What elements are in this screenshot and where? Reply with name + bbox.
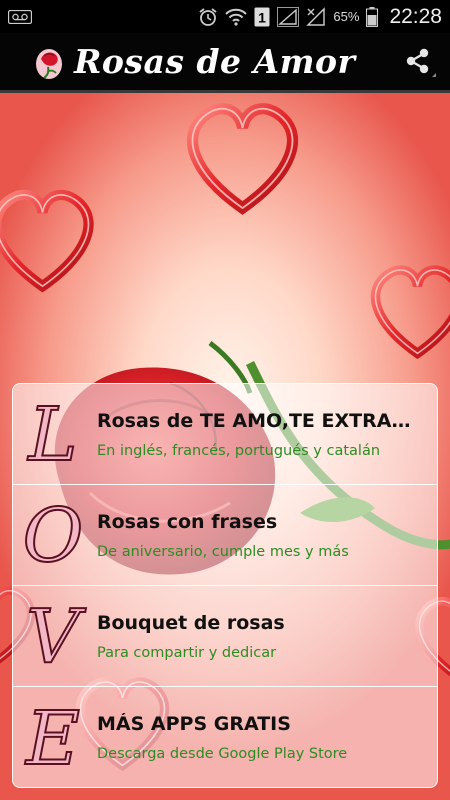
heart-decoration [193,109,293,208]
menu-item-title: Rosas con frases [97,510,278,533]
letter-o-icon: O [13,485,93,585]
signal-icon [277,6,300,27]
svg-text:E: E [24,696,80,782]
status-bar: 1 65% 22:28 [0,0,450,33]
app-bar: Rosas de Amor [0,33,450,90]
battery-percent: 65% [333,9,360,24]
svg-text:V: V [26,594,86,680]
letter-l-icon: L [13,384,93,484]
share-button[interactable] [402,45,436,79]
heart-decoration [0,195,88,286]
rose-logo-icon [30,43,68,81]
svg-text:O: O [23,493,84,579]
clock: 22:28 [389,4,442,28]
menu-item-title: Rosas de TE AMO,TE EXTRAÑO... [97,409,437,432]
menu-item-subtitle: Para compartir y dedicar [97,644,277,661]
heart-decoration [376,270,450,353]
letter-e-icon: E [13,687,93,787]
menu-item-subtitle: En inglés, francés, portugués y catalán [97,442,381,459]
menu-item-subtitle: De aniversario, cumple mes y más [97,543,349,560]
wifi-icon [225,8,248,26]
menu-item-mas-apps-gratis[interactable]: E MÁS APPS GRATIS Descarga desde Google … [13,687,437,787]
menu-item-title: MÁS APPS GRATIS [97,713,291,735]
menu-item-bouquet-de-rosas[interactable]: V Bouquet de rosas Para compartir y dedi… [13,586,437,687]
svg-text:L: L [26,392,77,478]
signal-icon-2 [306,6,326,27]
app-title: Rosas de Amor [74,42,356,81]
sim-badge: 1 [254,7,270,27]
menu-item-subtitle: Descarga desde Google Play Store [97,746,348,762]
menu-item-rosas-te-amo[interactable]: L Rosas de TE AMO,TE EXTRAÑO... En inglé… [13,384,437,485]
svg-text:1: 1 [259,9,267,25]
letter-v-icon: V [13,586,93,686]
voicemail-icon [8,9,32,24]
battery-icon [366,6,379,27]
alarm-icon [198,7,218,27]
share-icon [406,48,436,77]
menu-item-title: Bouquet de rosas [97,611,285,634]
menu-item-rosas-con-frases[interactable]: O Rosas con frases De aniversario, cumpl… [13,485,437,586]
menu-card: L Rosas de TE AMO,TE EXTRAÑO... En inglé… [12,383,438,788]
